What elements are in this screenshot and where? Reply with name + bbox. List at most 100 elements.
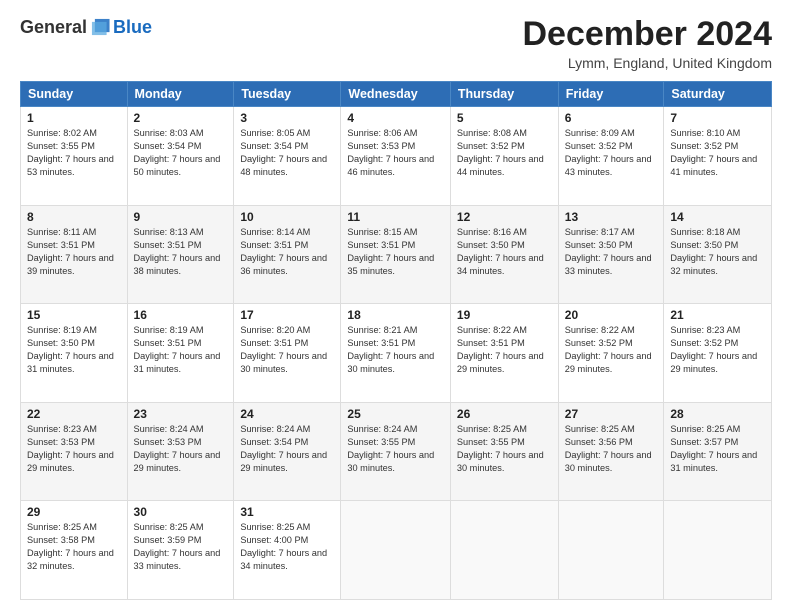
calendar-cell: 3 Sunrise: 8:05 AMSunset: 3:54 PMDaylight… [234,107,341,206]
day-number: 19 [457,308,552,322]
day-number: 2 [134,111,228,125]
day-info: Sunrise: 8:10 AMSunset: 3:52 PMDaylight:… [670,127,765,179]
day-info: Sunrise: 8:25 AMSunset: 3:58 PMDaylight:… [27,521,121,573]
header: General Blue December 2024 Lymm, England… [20,16,772,71]
calendar-row: 1Sunrise: 8:02 AMSunset: 3:55 PMDaylight… [21,107,772,206]
day-info: Sunrise: 8:25 AMSunset: 4:00 PMDaylight:… [240,521,334,573]
day-info: Sunrise: 8:25 AMSunset: 3:59 PMDaylight:… [134,521,228,573]
day-info: Sunrise: 8:21 AMSunset: 3:51 PMDaylight:… [347,324,443,376]
day-info: Sunrise: 8:23 AMSunset: 3:53 PMDaylight:… [27,423,121,475]
day-number: 12 [457,210,552,224]
calendar-cell: 20 Sunrise: 8:22 AMSunset: 3:52 PMDayligh… [558,304,664,403]
day-info: Sunrise: 8:19 AMSunset: 3:50 PMDaylight:… [27,324,121,376]
day-number: 22 [27,407,121,421]
day-number: 20 [565,308,658,322]
day-number: 1 [27,111,121,125]
calendar-table: Sunday Monday Tuesday Wednesday Thursday… [20,81,772,600]
calendar-cell: 31 Sunrise: 8:25 AMSunset: 4:00 PMDayligh… [234,501,341,600]
calendar-row: 15 Sunrise: 8:19 AMSunset: 3:50 PMDayligh… [21,304,772,403]
day-number: 30 [134,505,228,519]
day-number: 25 [347,407,443,421]
calendar-cell: 14 Sunrise: 8:18 AMSunset: 3:50 PMDayligh… [664,205,772,304]
day-info: Sunrise: 8:11 AMSunset: 3:51 PMDaylight:… [27,226,121,278]
day-info: Sunrise: 8:16 AMSunset: 3:50 PMDaylight:… [457,226,552,278]
calendar-cell: 4 Sunrise: 8:06 AMSunset: 3:53 PMDaylight… [341,107,450,206]
calendar-row: 22 Sunrise: 8:23 AMSunset: 3:53 PMDayligh… [21,402,772,501]
day-info: Sunrise: 8:20 AMSunset: 3:51 PMDaylight:… [240,324,334,376]
day-info: Sunrise: 8:13 AMSunset: 3:51 PMDaylight:… [134,226,228,278]
calendar-row: 8Sunrise: 8:11 AMSunset: 3:51 PMDaylight… [21,205,772,304]
day-number: 23 [134,407,228,421]
day-info: Sunrise: 8:06 AMSunset: 3:53 PMDaylight:… [347,127,443,179]
day-number: 4 [347,111,443,125]
col-wednesday: Wednesday [341,82,450,107]
day-info: Sunrise: 8:19 AMSunset: 3:51 PMDaylight:… [134,324,228,376]
calendar-cell [450,501,558,600]
col-saturday: Saturday [664,82,772,107]
day-number: 14 [670,210,765,224]
calendar-cell: 1Sunrise: 8:02 AMSunset: 3:55 PMDaylight… [21,107,128,206]
day-number: 21 [670,308,765,322]
location: Lymm, England, United Kingdom [522,55,772,71]
col-thursday: Thursday [450,82,558,107]
calendar-cell: 19Sunrise: 8:22 AMSunset: 3:51 PMDayligh… [450,304,558,403]
calendar-cell [558,501,664,600]
day-info: Sunrise: 8:24 AMSunset: 3:55 PMDaylight:… [347,423,443,475]
col-tuesday: Tuesday [234,82,341,107]
calendar-cell [341,501,450,600]
day-number: 29 [27,505,121,519]
calendar-cell: 11Sunrise: 8:15 AMSunset: 3:51 PMDayligh… [341,205,450,304]
day-number: 5 [457,111,552,125]
calendar-cell: 27Sunrise: 8:25 AMSunset: 3:56 PMDayligh… [558,402,664,501]
logo-text: General Blue [20,16,152,38]
day-info: Sunrise: 8:09 AMSunset: 3:52 PMDaylight:… [565,127,658,179]
calendar-cell [664,501,772,600]
calendar-cell: 10 Sunrise: 8:14 AMSunset: 3:51 PMDayligh… [234,205,341,304]
calendar-cell: 23 Sunrise: 8:24 AMSunset: 3:53 PMDayligh… [127,402,234,501]
calendar-cell: 29 Sunrise: 8:25 AMSunset: 3:58 PMDayligh… [21,501,128,600]
day-info: Sunrise: 8:22 AMSunset: 3:52 PMDaylight:… [565,324,658,376]
title-section: December 2024 Lymm, England, United King… [522,16,772,71]
day-number: 13 [565,210,658,224]
calendar-cell: 17Sunrise: 8:20 AMSunset: 3:51 PMDayligh… [234,304,341,403]
day-number: 10 [240,210,334,224]
day-info: Sunrise: 8:05 AMSunset: 3:54 PMDaylight:… [240,127,334,179]
calendar-cell: 6 Sunrise: 8:09 AMSunset: 3:52 PMDaylight… [558,107,664,206]
calendar-cell: 30 Sunrise: 8:25 AMSunset: 3:59 PMDayligh… [127,501,234,600]
day-number: 16 [134,308,228,322]
calendar-cell: 2 Sunrise: 8:03 AMSunset: 3:54 PMDaylight… [127,107,234,206]
calendar-cell: 12 Sunrise: 8:16 AMSunset: 3:50 PMDayligh… [450,205,558,304]
day-info: Sunrise: 8:03 AMSunset: 3:54 PMDaylight:… [134,127,228,179]
col-sunday: Sunday [21,82,128,107]
calendar-cell: 26Sunrise: 8:25 AMSunset: 3:55 PMDayligh… [450,402,558,501]
day-number: 6 [565,111,658,125]
day-info: Sunrise: 8:17 AMSunset: 3:50 PMDaylight:… [565,226,658,278]
col-friday: Friday [558,82,664,107]
day-info: Sunrise: 8:23 AMSunset: 3:52 PMDaylight:… [670,324,765,376]
page: General Blue December 2024 Lymm, England… [0,0,792,612]
day-number: 31 [240,505,334,519]
day-info: Sunrise: 8:18 AMSunset: 3:50 PMDaylight:… [670,226,765,278]
day-info: Sunrise: 8:08 AMSunset: 3:52 PMDaylight:… [457,127,552,179]
calendar-cell: 5 Sunrise: 8:08 AMSunset: 3:52 PMDaylight… [450,107,558,206]
day-number: 24 [240,407,334,421]
logo-general: General [20,17,87,38]
day-number: 15 [27,308,121,322]
day-info: Sunrise: 8:14 AMSunset: 3:51 PMDaylight:… [240,226,334,278]
day-number: 27 [565,407,658,421]
calendar-cell: 16 Sunrise: 8:19 AMSunset: 3:51 PMDayligh… [127,304,234,403]
col-monday: Monday [127,82,234,107]
day-info: Sunrise: 8:24 AMSunset: 3:53 PMDaylight:… [134,423,228,475]
calendar-cell: 13 Sunrise: 8:17 AMSunset: 3:50 PMDayligh… [558,205,664,304]
day-number: 28 [670,407,765,421]
day-number: 3 [240,111,334,125]
calendar-cell: 15 Sunrise: 8:19 AMSunset: 3:50 PMDayligh… [21,304,128,403]
calendar-cell: 25 Sunrise: 8:24 AMSunset: 3:55 PMDayligh… [341,402,450,501]
calendar-cell: 18Sunrise: 8:21 AMSunset: 3:51 PMDayligh… [341,304,450,403]
calendar-cell: 28Sunrise: 8:25 AMSunset: 3:57 PMDayligh… [664,402,772,501]
month-title: December 2024 [522,16,772,53]
calendar-cell: 7Sunrise: 8:10 AMSunset: 3:52 PMDaylight… [664,107,772,206]
day-info: Sunrise: 8:25 AMSunset: 3:55 PMDaylight:… [457,423,552,475]
calendar-cell: 9 Sunrise: 8:13 AMSunset: 3:51 PMDaylight… [127,205,234,304]
day-number: 9 [134,210,228,224]
